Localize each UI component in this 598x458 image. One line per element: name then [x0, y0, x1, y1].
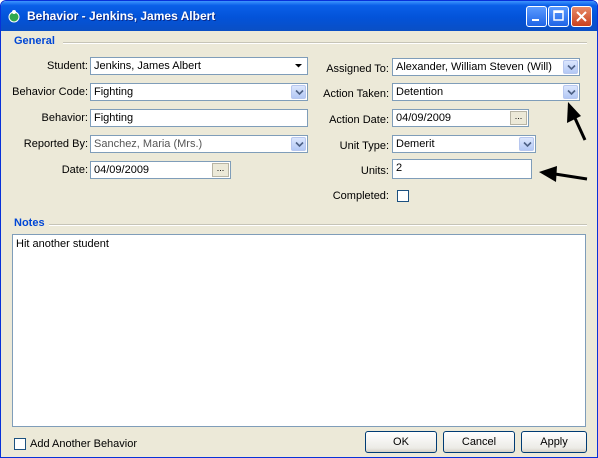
add-another-checkbox[interactable]	[14, 438, 26, 450]
unit-type-select[interactable]: Demerit	[392, 135, 536, 153]
reported-by-label: Reported By:	[23, 138, 88, 150]
apply-button[interactable]: Apply	[521, 431, 587, 453]
arrow-to-units-head	[539, 166, 557, 182]
behavior-input[interactable]: Fighting	[90, 109, 308, 127]
behavior-code-value: Fighting	[94, 86, 134, 98]
assigned-to-value: Alexander, William Steven (Will)	[396, 61, 552, 73]
student-label: Student:	[47, 60, 88, 72]
behavior-code-select[interactable]: Fighting	[90, 83, 308, 101]
behavior-label: Behavior:	[41, 112, 88, 124]
close-icon	[576, 11, 587, 22]
maximize-button[interactable]	[548, 6, 569, 27]
reported-by-select[interactable]: Sanchez, Maria (Mrs.)	[90, 135, 308, 153]
close-button[interactable]	[571, 6, 592, 27]
date-input[interactable]: 04/09/2009 ...	[90, 161, 231, 179]
behavior-code-label: Behavior Code:	[12, 86, 88, 98]
completed-checkbox[interactable]	[397, 190, 409, 202]
units-value: 2	[396, 162, 403, 174]
date-value: 04/09/2009	[94, 164, 150, 176]
title-bar[interactable]: Behavior - Jenkins, James Albert	[1, 1, 597, 31]
chevron-down-icon	[523, 141, 532, 148]
units-label: Units:	[360, 165, 389, 177]
action-date-label: Action Date:	[329, 114, 389, 126]
notes-textarea[interactable]: Hit another student	[12, 234, 586, 427]
date-picker-button[interactable]: ...	[212, 163, 229, 177]
action-taken-select[interactable]: Detention	[392, 83, 580, 101]
reported-by-value: Sanchez, Maria (Mrs.)	[94, 138, 203, 150]
app-icon	[8, 10, 20, 23]
chevron-down-icon	[567, 89, 576, 96]
action-date-value: 04/09/2009	[396, 112, 452, 124]
notes-group-title: Notes	[14, 217, 45, 229]
unit-type-label: Unit Type:	[339, 140, 389, 152]
chevron-down-icon	[567, 64, 576, 71]
assigned-to-label: Assigned To:	[326, 63, 389, 75]
unit-type-dropdown-button[interactable]	[519, 137, 534, 151]
minimize-icon	[532, 19, 539, 21]
arrow-to-action-taken-head	[567, 102, 581, 123]
unit-type-value: Demerit	[396, 138, 435, 150]
arrow-to-units	[554, 172, 588, 181]
units-input[interactable]: 2	[392, 159, 532, 179]
behavior-dialog: Behavior - Jenkins, James Albert General…	[0, 0, 598, 458]
general-group-divider	[63, 42, 587, 44]
action-taken-label: Action Taken:	[323, 88, 389, 100]
maximize-icon	[553, 10, 564, 21]
student-value: Jenkins, James Albert	[94, 60, 201, 72]
notes-text: Hit another student	[16, 238, 109, 250]
window-title: Behavior - Jenkins, James Albert	[27, 9, 216, 23]
date-label: Date:	[61, 164, 88, 176]
arrow-to-action-taken	[572, 115, 587, 141]
action-date-input[interactable]: 04/09/2009 ...	[392, 109, 529, 127]
general-group-title: General	[14, 35, 55, 47]
completed-label: Completed:	[332, 190, 389, 202]
behavior-value: Fighting	[94, 112, 134, 124]
minimize-button[interactable]	[526, 6, 547, 27]
action-taken-value: Detention	[396, 86, 444, 98]
ok-button[interactable]: OK	[365, 431, 437, 453]
notes-group-divider	[49, 224, 587, 226]
action-taken-dropdown-button[interactable]	[563, 85, 578, 99]
cancel-button[interactable]: Cancel	[443, 431, 515, 453]
action-date-picker-button[interactable]: ...	[510, 111, 527, 125]
student-select[interactable]: Jenkins, James Albert	[90, 57, 308, 75]
assigned-to-dropdown-button[interactable]	[563, 60, 578, 74]
add-another-label: Add Another Behavior	[30, 438, 138, 450]
assigned-to-select[interactable]: Alexander, William Steven (Will)	[392, 58, 580, 76]
